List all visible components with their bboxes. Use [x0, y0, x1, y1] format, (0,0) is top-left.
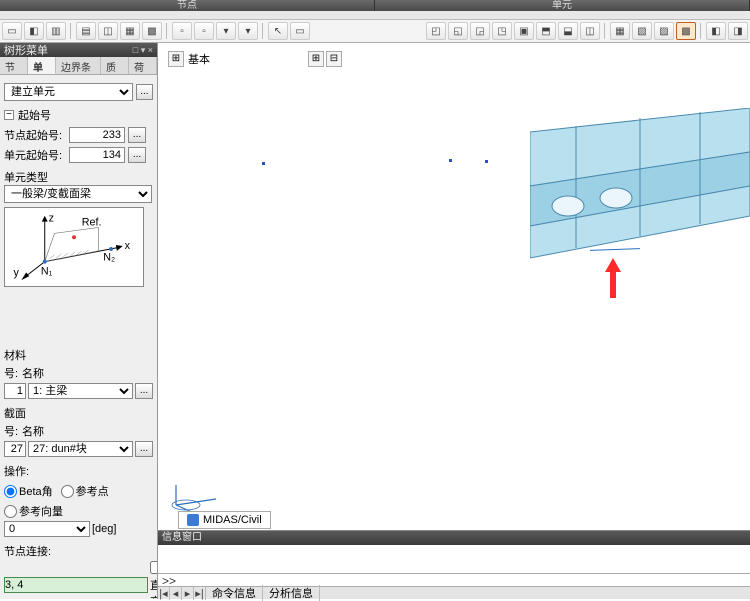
node-start-more[interactable]: ...	[128, 127, 146, 143]
node-marker	[485, 160, 488, 163]
tab-node[interactable]: 节点	[0, 57, 28, 74]
tool-icon[interactable]: ▥	[46, 22, 66, 40]
svg-text:x: x	[125, 240, 131, 252]
pointer-icon[interactable]: ↖	[268, 22, 288, 40]
node-conn-label: 节点连接:	[4, 543, 153, 559]
tool-dropdown-icon[interactable]: ▾	[216, 22, 236, 40]
message-body[interactable]	[158, 545, 750, 573]
section-group: 截面	[4, 405, 153, 421]
material-group: 材料	[4, 347, 153, 363]
node-marker	[449, 159, 452, 162]
view-icon[interactable]: ▦	[610, 22, 630, 40]
header-tab-node[interactable]: 节点	[0, 0, 375, 11]
viewer-tab[interactable]: MIDAS/Civil	[178, 511, 271, 529]
section-num-input[interactable]	[4, 441, 26, 457]
elem-type-combo[interactable]: 一般梁/变截面梁	[4, 185, 152, 203]
svg-text:Ref.: Ref.	[82, 217, 102, 229]
node-start-label: 节点起始号:	[4, 127, 66, 143]
view-icon[interactable]: ▣	[514, 22, 534, 40]
svg-text:N₂: N₂	[103, 252, 115, 264]
view-icon[interactable]: ⬓	[558, 22, 578, 40]
model-viewport[interactable]: ⊞ 基本 ⊞ ⊟	[158, 43, 750, 599]
view-tab-icon[interactable]: ⊞	[308, 51, 324, 67]
bottom-tabs: |◂ ◂ ▸ ▸| 命令信息 分析信息	[158, 586, 750, 599]
tab-load[interactable]: 荷载	[129, 57, 157, 74]
tool-icon[interactable]: ▦	[120, 22, 140, 40]
view-icon[interactable]: ◫	[580, 22, 600, 40]
elem-type-label: 单元类型	[4, 169, 153, 185]
material-num-input[interactable]	[4, 383, 26, 399]
view-tab-basic[interactable]: 基本	[188, 51, 210, 67]
message-panel: 信息窗口 >>	[158, 530, 750, 586]
panel-title-bar: 树形菜单 □ ▾ ×	[0, 43, 157, 57]
view-icon[interactable]: ▧	[632, 22, 652, 40]
message-title: 信息窗口	[158, 531, 750, 545]
beta-value-combo[interactable]: 0	[4, 521, 90, 537]
node-start-input[interactable]	[69, 127, 125, 143]
panel-controls[interactable]: □ ▾ ×	[133, 45, 153, 56]
view-tab-icon[interactable]: ⊞	[168, 51, 184, 67]
section-more[interactable]: ...	[135, 441, 153, 457]
tool-icon[interactable]: ◧	[24, 22, 44, 40]
node-marker	[262, 162, 265, 165]
header-tab-element[interactable]: 单元	[375, 0, 750, 11]
view-icon[interactable]: ◲	[470, 22, 490, 40]
elem-start-input[interactable]	[69, 147, 125, 163]
tab-boundary[interactable]: 边界条件	[56, 57, 101, 74]
axis-triad-icon	[166, 481, 222, 515]
panel-title: 树形菜单	[4, 42, 48, 58]
view-icon[interactable]: ◱	[448, 22, 468, 40]
op-label: 操作:	[4, 463, 153, 479]
material-select[interactable]: 1: 主梁	[28, 383, 133, 399]
view-icon[interactable]: ⬒	[536, 22, 556, 40]
tab-element[interactable]: 单元	[28, 57, 56, 74]
start-section-header[interactable]: − 起始号	[4, 107, 153, 123]
midas-logo-icon	[187, 514, 199, 526]
main-toolbar: ▭ ◧ ▥ ▤ ◫ ▦ ▩ ▫ ▫ ▾ ▾ ↖ ▭ ◰ ◱ ◲ ◳ ▣ ⬒ ⬓ …	[0, 20, 750, 43]
svg-text:N₁: N₁	[41, 265, 53, 277]
left-panel: 树形菜单 □ ▾ × 节点 单元 边界条件 质量 荷载 建立单元 ... − 起…	[0, 43, 158, 599]
section-select[interactable]: 27: dun#块	[28, 441, 133, 457]
tool-icon[interactable]: ▫	[194, 22, 214, 40]
panel-tabs: 节点 单元 边界条件 质量 荷载	[0, 57, 157, 75]
create-combo[interactable]: 建立单元	[4, 83, 133, 101]
refpoint-radio[interactable]: 参考点	[61, 483, 109, 499]
tab-mass[interactable]: 质量	[101, 57, 129, 74]
tool-icon[interactable]: ▫	[172, 22, 192, 40]
view-icon-active[interactable]: ▩	[676, 22, 696, 40]
nav-last-icon[interactable]: ▸|	[194, 587, 206, 600]
nav-prev-icon[interactable]: ◂	[170, 587, 182, 600]
tool-icon[interactable]: ◫	[98, 22, 118, 40]
elem-start-label: 单元起始号:	[4, 147, 66, 163]
view-icon[interactable]: ▨	[654, 22, 674, 40]
orth-checkbox[interactable]: 直交	[150, 561, 157, 599]
elem-start-more[interactable]: ...	[128, 147, 146, 163]
tool-icon[interactable]: ▭	[2, 22, 22, 40]
nav-next-icon[interactable]: ▸	[182, 587, 194, 600]
top-header-tabs: 节点 单元	[0, 0, 750, 11]
view-icon[interactable]: ◰	[426, 22, 446, 40]
collapse-icon[interactable]: −	[4, 110, 14, 120]
svg-text:z: z	[49, 213, 54, 225]
tool-icon[interactable]: ▤	[76, 22, 96, 40]
node-conn-input[interactable]	[4, 577, 148, 593]
bridge-model	[530, 108, 750, 268]
nav-first-icon[interactable]: |◂	[158, 587, 170, 600]
tool-dropdown-icon[interactable]: ▾	[238, 22, 258, 40]
view-tab-icon[interactable]: ⊟	[326, 51, 342, 67]
beta-radio[interactable]: Beta角	[4, 483, 53, 499]
view-icon[interactable]: ◨	[728, 22, 748, 40]
view-icon[interactable]: ◧	[706, 22, 726, 40]
view-icon[interactable]: ◳	[492, 22, 512, 40]
tool-icon[interactable]: ▭	[290, 22, 310, 40]
more-button[interactable]: ...	[136, 84, 153, 100]
menu-row	[0, 11, 750, 20]
svg-text:y: y	[14, 267, 20, 279]
material-more[interactable]: ...	[135, 383, 153, 399]
tool-icon[interactable]: ▩	[142, 22, 162, 40]
refvec-radio[interactable]: 参考向量	[4, 503, 63, 519]
beam-diagram: z x y Ref. N₁ N₂	[4, 207, 144, 287]
